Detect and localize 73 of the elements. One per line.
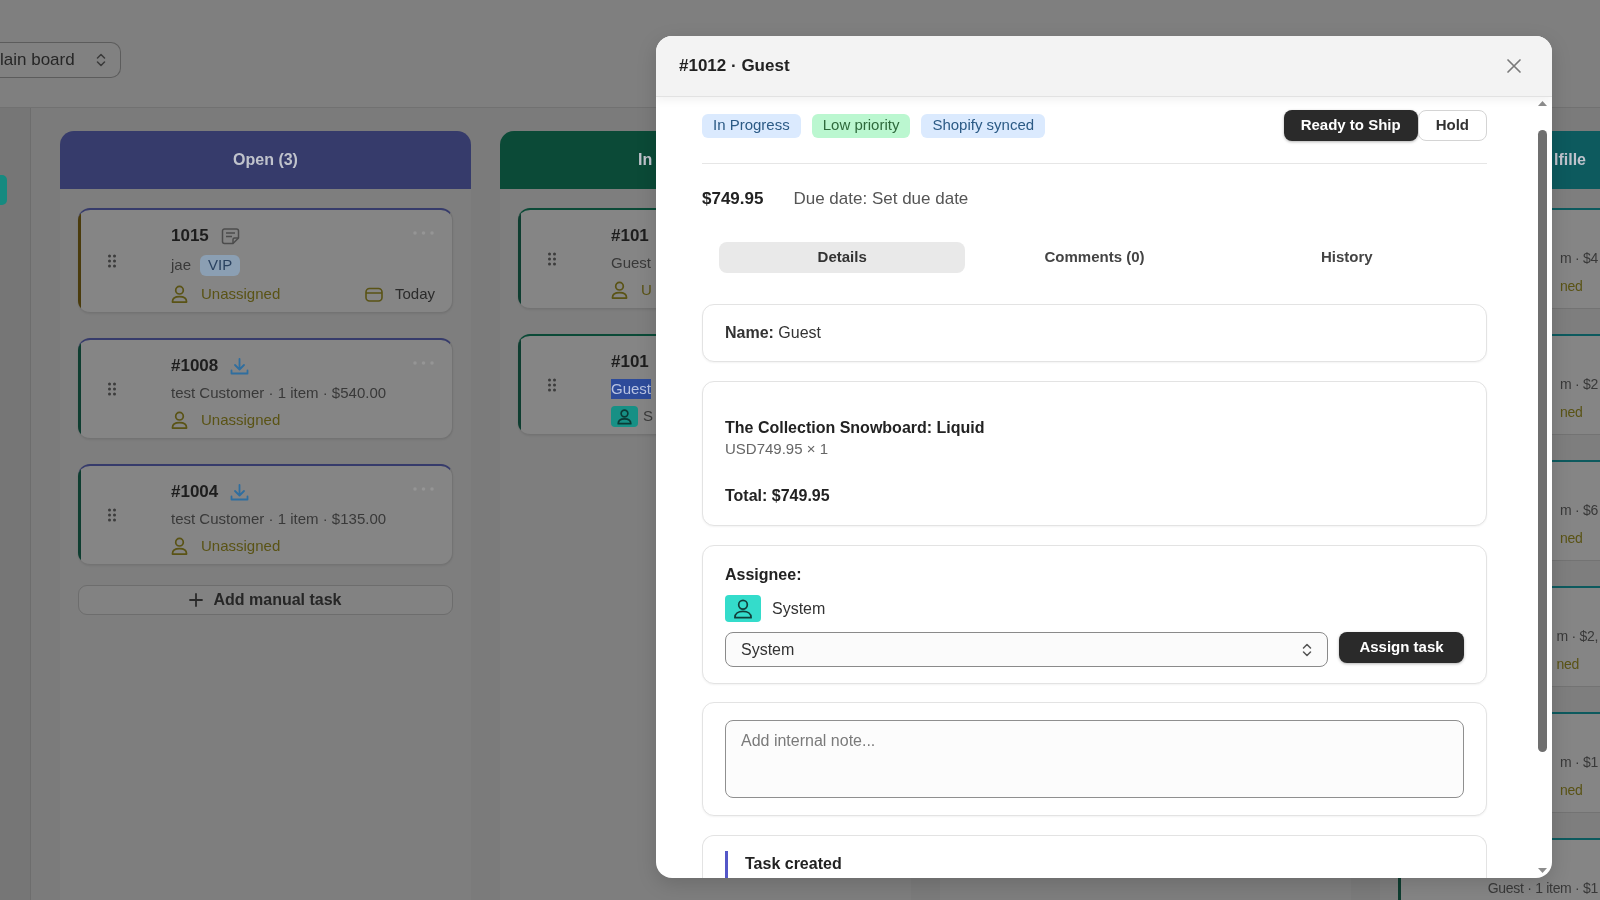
assignee-select[interactable]: System <box>725 632 1328 667</box>
customer-text: test Customer · 1 item · $540.00 <box>171 383 387 403</box>
due-date-text: Due date: Set due date <box>793 188 969 211</box>
customer-text: m · $2 <box>1560 375 1598 394</box>
modal-title: #1012 · Guest <box>679 55 790 78</box>
customer-text: m · $2, <box>1556 627 1598 646</box>
chevron-updown-icon <box>96 52 106 68</box>
assignee-name: System <box>772 598 826 619</box>
order-tag: Shopify synced <box>921 113 1046 138</box>
customer-name: Name: Guest <box>725 323 822 343</box>
scroll-up-icon[interactable] <box>1538 101 1547 106</box>
order-tag: In Progress <box>702 113 801 138</box>
customer-text: test Customer · 1 item · $135.00 <box>171 509 387 529</box>
card-title: #101 <box>611 225 649 248</box>
history-title: Task created <box>745 854 842 874</box>
assignee-text: ned <box>1560 277 1584 296</box>
card-title: #1004 <box>171 481 219 504</box>
scroll-down-icon[interactable] <box>1538 868 1547 873</box>
tab[interactable]: Details <box>719 242 966 273</box>
drag-handle-icon[interactable] <box>108 254 116 268</box>
assignee-heading: Assignee: <box>725 565 802 585</box>
plus-icon <box>189 593 204 607</box>
drag-handle-icon[interactable] <box>108 508 116 522</box>
drag-handle-icon[interactable] <box>108 382 116 396</box>
assignee-text: U <box>641 279 652 300</box>
drag-handle-icon[interactable] <box>548 378 556 392</box>
customer-text: Guest <box>611 379 652 399</box>
tab[interactable]: Comments (0) <box>971 242 1218 273</box>
assignee-text: S <box>643 405 653 426</box>
accent-bar <box>725 851 728 878</box>
order-tag: Low priority <box>811 113 911 138</box>
status-button[interactable]: Ready to Ship <box>1283 110 1418 141</box>
order-total: Total: $749.95 <box>725 486 830 506</box>
card-title: #101 <box>611 351 649 374</box>
assignee-text: ned <box>1556 655 1580 674</box>
task-card[interactable]: #1008 test Customer · 1 item · $540.00 Unassigned <box>78 338 453 439</box>
scrollbar-thumb[interactable] <box>1538 130 1547 752</box>
assign-button[interactable]: Assign task <box>1339 632 1464 663</box>
calendar-icon <box>364 286 383 302</box>
status-button[interactable]: Hold <box>1417 110 1487 141</box>
due-date-text: Today <box>394 283 435 304</box>
product-title: The Collection Snowboard: Liquid <box>725 418 985 438</box>
note-field[interactable]: Add internal note... <box>725 720 1464 798</box>
assignee-text: ned <box>1560 529 1584 548</box>
drag-handle-icon[interactable] <box>548 252 556 266</box>
add-task-button[interactable]: Add manual task <box>78 585 453 615</box>
customer-text: Guest · 1 item · $1 <box>1487 879 1598 898</box>
assignee-text: ned <box>1560 403 1584 422</box>
assignee-text: Unassigned <box>201 535 281 556</box>
customer-tag: VIP <box>200 254 241 276</box>
assignee-text: Unassigned <box>201 283 281 304</box>
note-icon <box>220 227 240 245</box>
avatar-icon <box>725 595 761 622</box>
customer-text: m · $4 <box>1560 249 1598 268</box>
order-amount: $749.95 <box>702 188 764 211</box>
card-title: #1008 <box>171 355 219 378</box>
chevron-updown-icon <box>1302 641 1312 658</box>
customer-text: Guest <box>611 253 652 273</box>
assignee-text: Unassigned <box>201 409 281 430</box>
task-card[interactable]: #1004 test Customer · 1 item · $135.00 Unassigned <box>78 464 453 565</box>
card-title: 1015 <box>171 225 209 248</box>
download-icon <box>230 357 250 375</box>
assignee-text: ned <box>1560 781 1584 800</box>
column-header: Open (3) <box>60 131 471 189</box>
close-icon[interactable] <box>1506 58 1522 74</box>
customer-text: m · $6 <box>1560 501 1598 520</box>
tab[interactable]: History <box>1223 242 1470 273</box>
download-icon <box>230 483 250 501</box>
customer-text: m · $1 <box>1560 753 1598 772</box>
board-select[interactable]: lain board <box>0 42 121 78</box>
customer-text: jae <box>171 255 192 275</box>
product-price: USD749.95 × 1 <box>725 439 828 459</box>
task-card[interactable]: 1015 jae VIP Unassigned Today <box>78 208 453 313</box>
